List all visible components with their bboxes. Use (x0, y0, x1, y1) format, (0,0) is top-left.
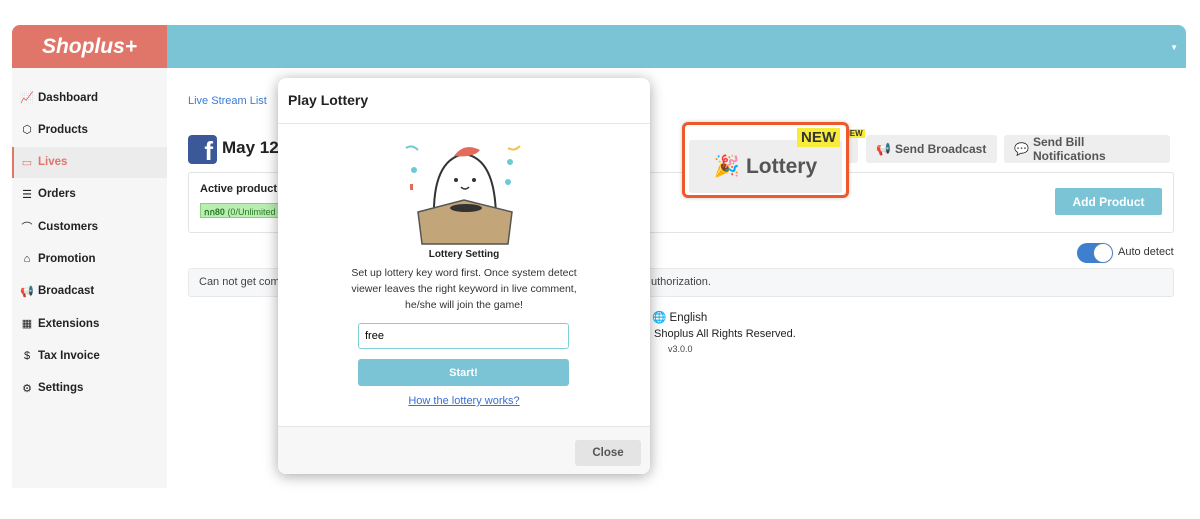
sidebar-item-broadcast[interactable]: 📢 Broadcast (12, 276, 167, 307)
modal-footer: Close (278, 426, 650, 474)
megaphone-icon: 📢 (876, 142, 891, 156)
sidebar: 📈 Dashboard ⬡ Products ▭ Lives ☰ Orders ⌒ Custome… (12, 68, 167, 488)
sidebar-item-label: Settings (38, 382, 84, 395)
chat-icon: 💬 (1014, 142, 1029, 156)
send-bill-notifications-button[interactable]: 💬 Send Bill Notifications (1004, 135, 1170, 163)
facebook-icon: f (188, 135, 217, 164)
user-icon: ⌒ (21, 221, 33, 234)
lottery-button-highlight: 🎉 Lottery NEW (682, 122, 849, 198)
sidebar-item-label: Lives (38, 156, 68, 169)
sidebar-item-label: Dashboard (38, 91, 99, 104)
sidebar-item-label: Extensions (38, 317, 100, 330)
play-lottery-modal: Play Lottery Lottery Setting Set up lott… (278, 78, 650, 474)
sidebar-item-customers[interactable]: ⌒ Customers (12, 211, 167, 242)
version: v3.0.0 (668, 344, 693, 354)
page-title: May 12, (222, 138, 284, 157)
how-lottery-works-link[interactable]: How the lottery works? (278, 395, 650, 407)
sidebar-item-settings[interactable]: ⚙ Settings (12, 373, 167, 404)
language-selector[interactable]: 🌐 English (652, 310, 707, 324)
sidebar-item-label: Broadcast (38, 285, 95, 298)
copyright: Shoplus All Rights Reserved. (654, 328, 796, 340)
auto-detect-toggle[interactable] (1077, 243, 1113, 263)
sidebar-item-products[interactable]: ⬡ Products (12, 114, 167, 145)
party-popper-icon: 🎉 (713, 154, 740, 178)
active-products-label: Active product (200, 183, 278, 195)
sidebar-item-label: Tax Invoice (38, 349, 100, 362)
sidebar-item-orders[interactable]: ☰ Orders (12, 179, 167, 210)
megaphone-icon: 📢 (20, 285, 34, 298)
tag-icon: ⌂ (23, 253, 31, 265)
modal-title: Play Lottery (278, 78, 650, 124)
logo[interactable]: Shoplus+ (12, 25, 167, 68)
close-button[interactable]: Close (575, 440, 641, 466)
start-button[interactable]: Start! (358, 359, 569, 386)
caret-down-icon[interactable]: ▼ (1170, 43, 1178, 52)
sidebar-item-dashboard[interactable]: 📈 Dashboard (12, 82, 167, 113)
globe-icon: 🌐 (652, 312, 667, 324)
chart-line-icon: 📈 (20, 92, 34, 104)
add-product-button[interactable]: Add Product (1055, 188, 1162, 215)
product-chip[interactable]: กก80 (0/Unlimited (200, 203, 280, 218)
top-bar: Shoplus+ ▼ (12, 25, 1186, 68)
sidebar-item-label: Orders (38, 188, 76, 201)
new-badge: NEW (797, 128, 840, 147)
sidebar-item-lives[interactable]: ▭ Lives (12, 146, 167, 178)
lottery-button[interactable]: 🎉 Lottery (689, 140, 842, 193)
lottery-setting-heading: Lottery Setting (428, 249, 500, 260)
lottery-mascot-illustration (405, 145, 521, 245)
breadcrumb-live-stream-list[interactable]: Live Stream List (188, 95, 267, 107)
sidebar-item-extensions[interactable]: ▦ Extensions (12, 308, 167, 339)
send-broadcast-button[interactable]: 📢 Send Broadcast (866, 135, 997, 163)
lottery-description: Set up lottery key word first. Once syst… (351, 267, 577, 311)
live-icon: ▭ (21, 156, 33, 169)
gear-icon: ⚙ (22, 382, 32, 395)
sidebar-item-label: Promotion (38, 253, 96, 265)
box-icon: ⬡ (22, 124, 32, 137)
sidebar-item-label: Customers (38, 220, 99, 233)
list-icon: ☰ (22, 188, 32, 201)
sidebar-item-tax-invoice[interactable]: $ Tax Invoice (12, 340, 167, 371)
keyword-input[interactable] (358, 323, 569, 349)
auto-detect-label: Auto detect (1118, 246, 1174, 258)
sidebar-item-label: Products (38, 123, 88, 136)
grid-icon: ▦ (21, 318, 33, 331)
sidebar-item-promotion[interactable]: ⌂ Promotion (12, 244, 167, 275)
dollar-circle-icon: $ (23, 349, 31, 362)
